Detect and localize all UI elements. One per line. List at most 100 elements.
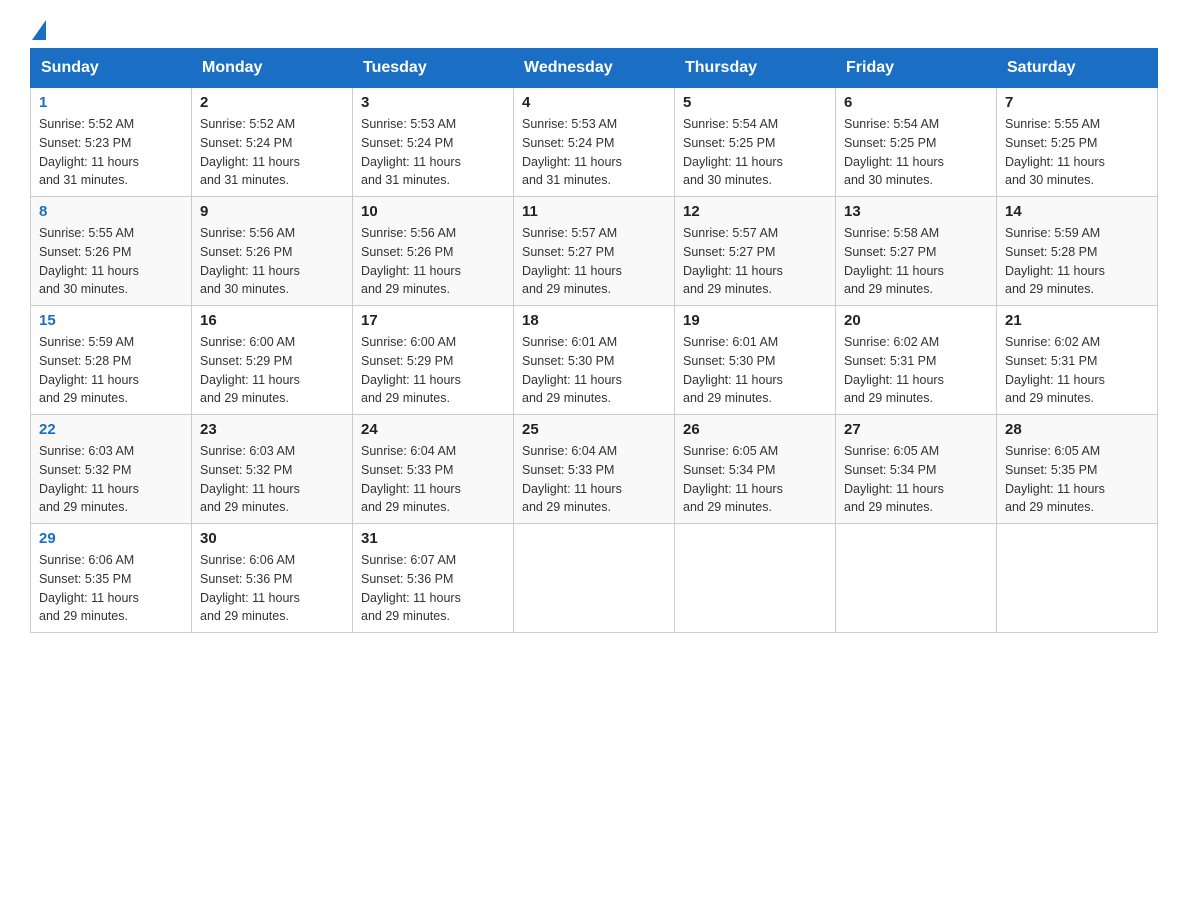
day-number: 23 — [200, 421, 344, 438]
day-cell-30: 30 Sunrise: 6:06 AMSunset: 5:36 PMDaylig… — [192, 524, 353, 633]
day-number: 9 — [200, 203, 344, 220]
day-number: 3 — [361, 94, 505, 111]
day-cell-9: 9 Sunrise: 5:56 AMSunset: 5:26 PMDayligh… — [192, 197, 353, 306]
empty-cell — [514, 524, 675, 633]
day-info: Sunrise: 6:03 AMSunset: 5:32 PMDaylight:… — [39, 444, 139, 514]
day-cell-15: 15 Sunrise: 5:59 AMSunset: 5:28 PMDaylig… — [31, 306, 192, 415]
day-cell-23: 23 Sunrise: 6:03 AMSunset: 5:32 PMDaylig… — [192, 415, 353, 524]
day-number: 20 — [844, 312, 988, 329]
day-info: Sunrise: 5:59 AMSunset: 5:28 PMDaylight:… — [1005, 226, 1105, 296]
week-row-3: 15 Sunrise: 5:59 AMSunset: 5:28 PMDaylig… — [31, 306, 1158, 415]
day-info: Sunrise: 5:53 AMSunset: 5:24 PMDaylight:… — [361, 117, 461, 187]
day-number: 29 — [39, 530, 183, 547]
day-info: Sunrise: 6:02 AMSunset: 5:31 PMDaylight:… — [1005, 335, 1105, 405]
day-cell-16: 16 Sunrise: 6:00 AMSunset: 5:29 PMDaylig… — [192, 306, 353, 415]
day-number: 26 — [683, 421, 827, 438]
day-info: Sunrise: 5:59 AMSunset: 5:28 PMDaylight:… — [39, 335, 139, 405]
day-cell-5: 5 Sunrise: 5:54 AMSunset: 5:25 PMDayligh… — [675, 88, 836, 197]
week-row-2: 8 Sunrise: 5:55 AMSunset: 5:26 PMDayligh… — [31, 197, 1158, 306]
week-row-5: 29 Sunrise: 6:06 AMSunset: 5:35 PMDaylig… — [31, 524, 1158, 633]
header-thursday: Thursday — [675, 49, 836, 88]
day-info: Sunrise: 5:52 AMSunset: 5:24 PMDaylight:… — [200, 117, 300, 187]
logo-triangle-icon — [32, 20, 46, 40]
day-number: 25 — [522, 421, 666, 438]
day-cell-6: 6 Sunrise: 5:54 AMSunset: 5:25 PMDayligh… — [836, 88, 997, 197]
day-cell-7: 7 Sunrise: 5:55 AMSunset: 5:25 PMDayligh… — [997, 88, 1158, 197]
day-info: Sunrise: 5:55 AMSunset: 5:25 PMDaylight:… — [1005, 117, 1105, 187]
day-info: Sunrise: 6:01 AMSunset: 5:30 PMDaylight:… — [522, 335, 622, 405]
day-cell-22: 22 Sunrise: 6:03 AMSunset: 5:32 PMDaylig… — [31, 415, 192, 524]
day-number: 15 — [39, 312, 183, 329]
day-info: Sunrise: 6:07 AMSunset: 5:36 PMDaylight:… — [361, 553, 461, 623]
day-cell-24: 24 Sunrise: 6:04 AMSunset: 5:33 PMDaylig… — [353, 415, 514, 524]
day-info: Sunrise: 5:52 AMSunset: 5:23 PMDaylight:… — [39, 117, 139, 187]
day-info: Sunrise: 6:05 AMSunset: 5:34 PMDaylight:… — [844, 444, 944, 514]
day-cell-11: 11 Sunrise: 5:57 AMSunset: 5:27 PMDaylig… — [514, 197, 675, 306]
day-info: Sunrise: 6:00 AMSunset: 5:29 PMDaylight:… — [361, 335, 461, 405]
day-cell-17: 17 Sunrise: 6:00 AMSunset: 5:29 PMDaylig… — [353, 306, 514, 415]
day-info: Sunrise: 6:06 AMSunset: 5:36 PMDaylight:… — [200, 553, 300, 623]
day-info: Sunrise: 5:55 AMSunset: 5:26 PMDaylight:… — [39, 226, 139, 296]
empty-cell — [997, 524, 1158, 633]
day-number: 10 — [361, 203, 505, 220]
day-number: 6 — [844, 94, 988, 111]
day-number: 14 — [1005, 203, 1149, 220]
logo — [30, 20, 46, 36]
day-cell-27: 27 Sunrise: 6:05 AMSunset: 5:34 PMDaylig… — [836, 415, 997, 524]
day-cell-19: 19 Sunrise: 6:01 AMSunset: 5:30 PMDaylig… — [675, 306, 836, 415]
day-cell-25: 25 Sunrise: 6:04 AMSunset: 5:33 PMDaylig… — [514, 415, 675, 524]
day-info: Sunrise: 5:57 AMSunset: 5:27 PMDaylight:… — [522, 226, 622, 296]
day-info: Sunrise: 5:54 AMSunset: 5:25 PMDaylight:… — [683, 117, 783, 187]
header-sunday: Sunday — [31, 49, 192, 88]
day-info: Sunrise: 6:01 AMSunset: 5:30 PMDaylight:… — [683, 335, 783, 405]
day-cell-10: 10 Sunrise: 5:56 AMSunset: 5:26 PMDaylig… — [353, 197, 514, 306]
week-row-1: 1 Sunrise: 5:52 AMSunset: 5:23 PMDayligh… — [31, 88, 1158, 197]
day-cell-29: 29 Sunrise: 6:06 AMSunset: 5:35 PMDaylig… — [31, 524, 192, 633]
day-info: Sunrise: 5:56 AMSunset: 5:26 PMDaylight:… — [200, 226, 300, 296]
day-info: Sunrise: 5:58 AMSunset: 5:27 PMDaylight:… — [844, 226, 944, 296]
day-info: Sunrise: 6:05 AMSunset: 5:35 PMDaylight:… — [1005, 444, 1105, 514]
day-number: 22 — [39, 421, 183, 438]
day-cell-14: 14 Sunrise: 5:59 AMSunset: 5:28 PMDaylig… — [997, 197, 1158, 306]
week-row-4: 22 Sunrise: 6:03 AMSunset: 5:32 PMDaylig… — [31, 415, 1158, 524]
day-number: 17 — [361, 312, 505, 329]
day-number: 18 — [522, 312, 666, 329]
day-number: 30 — [200, 530, 344, 547]
header-wednesday: Wednesday — [514, 49, 675, 88]
day-info: Sunrise: 6:04 AMSunset: 5:33 PMDaylight:… — [522, 444, 622, 514]
day-cell-13: 13 Sunrise: 5:58 AMSunset: 5:27 PMDaylig… — [836, 197, 997, 306]
day-info: Sunrise: 6:00 AMSunset: 5:29 PMDaylight:… — [200, 335, 300, 405]
day-number: 13 — [844, 203, 988, 220]
header-friday: Friday — [836, 49, 997, 88]
day-cell-20: 20 Sunrise: 6:02 AMSunset: 5:31 PMDaylig… — [836, 306, 997, 415]
day-info: Sunrise: 5:57 AMSunset: 5:27 PMDaylight:… — [683, 226, 783, 296]
day-cell-12: 12 Sunrise: 5:57 AMSunset: 5:27 PMDaylig… — [675, 197, 836, 306]
day-number: 31 — [361, 530, 505, 547]
calendar-table: SundayMondayTuesdayWednesdayThursdayFrid… — [30, 48, 1158, 633]
day-info: Sunrise: 6:03 AMSunset: 5:32 PMDaylight:… — [200, 444, 300, 514]
day-number: 12 — [683, 203, 827, 220]
day-cell-3: 3 Sunrise: 5:53 AMSunset: 5:24 PMDayligh… — [353, 88, 514, 197]
day-number: 24 — [361, 421, 505, 438]
page-header — [30, 20, 1158, 36]
day-cell-28: 28 Sunrise: 6:05 AMSunset: 5:35 PMDaylig… — [997, 415, 1158, 524]
day-info: Sunrise: 6:02 AMSunset: 5:31 PMDaylight:… — [844, 335, 944, 405]
day-number: 5 — [683, 94, 827, 111]
day-info: Sunrise: 6:05 AMSunset: 5:34 PMDaylight:… — [683, 444, 783, 514]
day-info: Sunrise: 6:04 AMSunset: 5:33 PMDaylight:… — [361, 444, 461, 514]
header-tuesday: Tuesday — [353, 49, 514, 88]
empty-cell — [836, 524, 997, 633]
day-number: 4 — [522, 94, 666, 111]
empty-cell — [675, 524, 836, 633]
day-number: 1 — [39, 94, 183, 111]
header-monday: Monday — [192, 49, 353, 88]
day-cell-21: 21 Sunrise: 6:02 AMSunset: 5:31 PMDaylig… — [997, 306, 1158, 415]
day-number: 21 — [1005, 312, 1149, 329]
day-info: Sunrise: 5:54 AMSunset: 5:25 PMDaylight:… — [844, 117, 944, 187]
day-cell-26: 26 Sunrise: 6:05 AMSunset: 5:34 PMDaylig… — [675, 415, 836, 524]
day-number: 19 — [683, 312, 827, 329]
calendar-header-row: SundayMondayTuesdayWednesdayThursdayFrid… — [31, 49, 1158, 88]
day-cell-2: 2 Sunrise: 5:52 AMSunset: 5:24 PMDayligh… — [192, 88, 353, 197]
day-info: Sunrise: 5:53 AMSunset: 5:24 PMDaylight:… — [522, 117, 622, 187]
day-number: 27 — [844, 421, 988, 438]
